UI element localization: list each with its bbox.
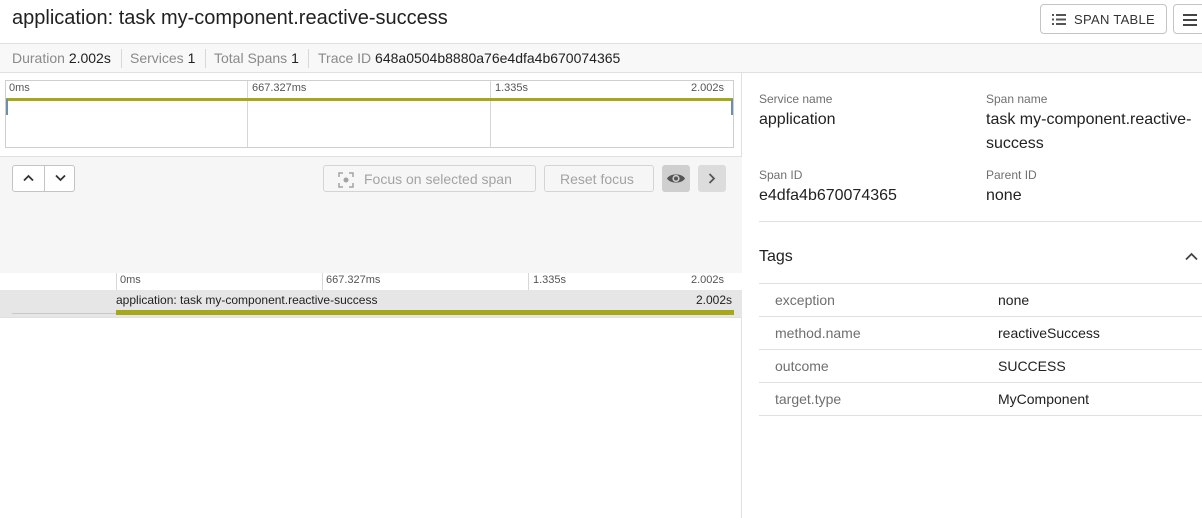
- minimap-tick-label: 0ms: [9, 82, 30, 94]
- timeline-pane: 0ms 667.327ms 1.335s 2.002s Focus on sel…: [0, 73, 742, 518]
- reset-focus-button[interactable]: Reset focus: [544, 165, 654, 192]
- focus-icon: [338, 172, 354, 188]
- minimap-right-handle[interactable]: [731, 99, 733, 115]
- tag-row: outcome SUCCESS: [759, 350, 1202, 383]
- tag-key: outcome: [775, 358, 829, 374]
- focus-selected-span-label: Focus on selected span: [364, 171, 512, 187]
- tag-value: none: [998, 292, 1030, 308]
- tags-title: Tags: [759, 248, 793, 265]
- span-table-button[interactable]: SPAN TABLE: [1040, 4, 1167, 34]
- minimap-tick-label: 1.335s: [495, 82, 529, 94]
- trace-id-label: Trace ID: [318, 50, 372, 66]
- minimap-tick-label: 667.327ms: [252, 82, 307, 94]
- total-spans-value: 1: [291, 50, 299, 66]
- duration-label: Duration: [12, 50, 65, 66]
- tag-key: exception: [775, 292, 835, 308]
- minimap-gridline: [490, 81, 491, 147]
- tag-value: MyComponent: [998, 391, 1090, 407]
- minimap-span-bar: [6, 98, 733, 101]
- tag-row: exception none: [759, 284, 1202, 317]
- divider: [308, 49, 309, 68]
- toggle-visibility-button[interactable]: [662, 165, 690, 192]
- tag-key: target.type: [775, 391, 842, 407]
- axis-tick-label: 667.327ms: [326, 274, 381, 286]
- tag-row: method.name reactiveSuccess: [759, 317, 1202, 350]
- divider: [0, 317, 742, 318]
- chevron-down-icon: [55, 174, 66, 182]
- axis-tick-label: 1.335s: [533, 274, 567, 286]
- focus-selected-span-button[interactable]: Focus on selected span: [323, 165, 536, 192]
- duration-value: 2.002s: [68, 50, 111, 66]
- expand-details-button[interactable]: [698, 165, 726, 192]
- span-name-value: task my-component.reactive-success: [986, 111, 1192, 152]
- span-duration: 2.002s: [696, 293, 733, 307]
- page-title: application: task my-component.reactive-…: [12, 7, 448, 29]
- services-stat: Services 1: [130, 50, 195, 66]
- span-details-pane: Service name application Span name task …: [743, 73, 1202, 518]
- tag-key: method.name: [775, 325, 861, 341]
- menu-button[interactable]: [1173, 4, 1202, 34]
- tag-row: target.type MyComponent: [759, 383, 1202, 416]
- service-name-value: application: [759, 111, 836, 128]
- trace-id-stat: Trace ID 648a0504b8880a76e4dfa4b67007436…: [318, 50, 620, 66]
- chevron-right-icon: [708, 173, 716, 184]
- span-table-label: SPAN TABLE: [1074, 12, 1156, 27]
- services-label: Services: [130, 50, 184, 66]
- minimap-tick-label: 2.002s: [691, 82, 725, 94]
- reset-focus-label: Reset focus: [560, 171, 634, 187]
- header: application: task my-component.reactive-…: [0, 0, 1202, 44]
- span-navigation: [12, 165, 75, 192]
- axis-gridline: [528, 273, 529, 290]
- tag-value: reactiveSuccess: [998, 325, 1100, 341]
- total-spans-stat: Total Spans 1: [214, 50, 299, 66]
- minimap-gridline: [247, 81, 248, 147]
- span-id-value: e4dfa4b670074365: [759, 187, 897, 204]
- axis-tick-label: 2.002s: [691, 274, 725, 286]
- total-spans-label: Total Spans: [214, 50, 288, 66]
- axis-gridline: [116, 273, 117, 290]
- trace-stats-bar: Duration 2.002s Services 1 Total Spans 1…: [0, 44, 1202, 73]
- span-id-label: Span ID: [759, 168, 803, 182]
- span-name-label: Span name: [986, 92, 1048, 106]
- span-duration-bar[interactable]: [116, 310, 734, 315]
- trace-minimap[interactable]: 0ms 667.327ms 1.335s 2.002s: [5, 80, 734, 148]
- service-name-label: Service name: [759, 92, 833, 106]
- axis-tick-label: 0ms: [120, 274, 141, 286]
- timeline-axis: 0ms 667.327ms 1.335s 2.002s: [0, 273, 742, 290]
- duration-stat: Duration 2.002s: [12, 50, 111, 66]
- axis-gridline: [322, 273, 323, 290]
- hamburger-menu-icon: [1183, 14, 1197, 26]
- tag-value: SUCCESS: [998, 358, 1066, 374]
- tags-section-header[interactable]: Tags: [759, 221, 1202, 284]
- services-value: 1: [187, 50, 196, 66]
- next-span-button[interactable]: [44, 166, 75, 191]
- divider: [205, 49, 206, 68]
- divider: [121, 49, 122, 68]
- chevron-up-icon[interactable]: [1185, 252, 1198, 261]
- previous-span-button[interactable]: [13, 166, 44, 191]
- eye-icon: [667, 174, 685, 183]
- chevron-up-icon: [23, 174, 34, 182]
- parent-id-label: Parent ID: [986, 168, 1037, 182]
- minimap-left-handle[interactable]: [6, 99, 8, 115]
- parent-id-value: none: [986, 187, 1022, 204]
- list-icon: [1052, 14, 1066, 25]
- span-row-indent-line: [12, 313, 116, 314]
- span-label: application: task my-component.reactive-…: [116, 293, 378, 307]
- trace-id-value: 648a0504b8880a76e4dfa4b670074365: [375, 50, 621, 66]
